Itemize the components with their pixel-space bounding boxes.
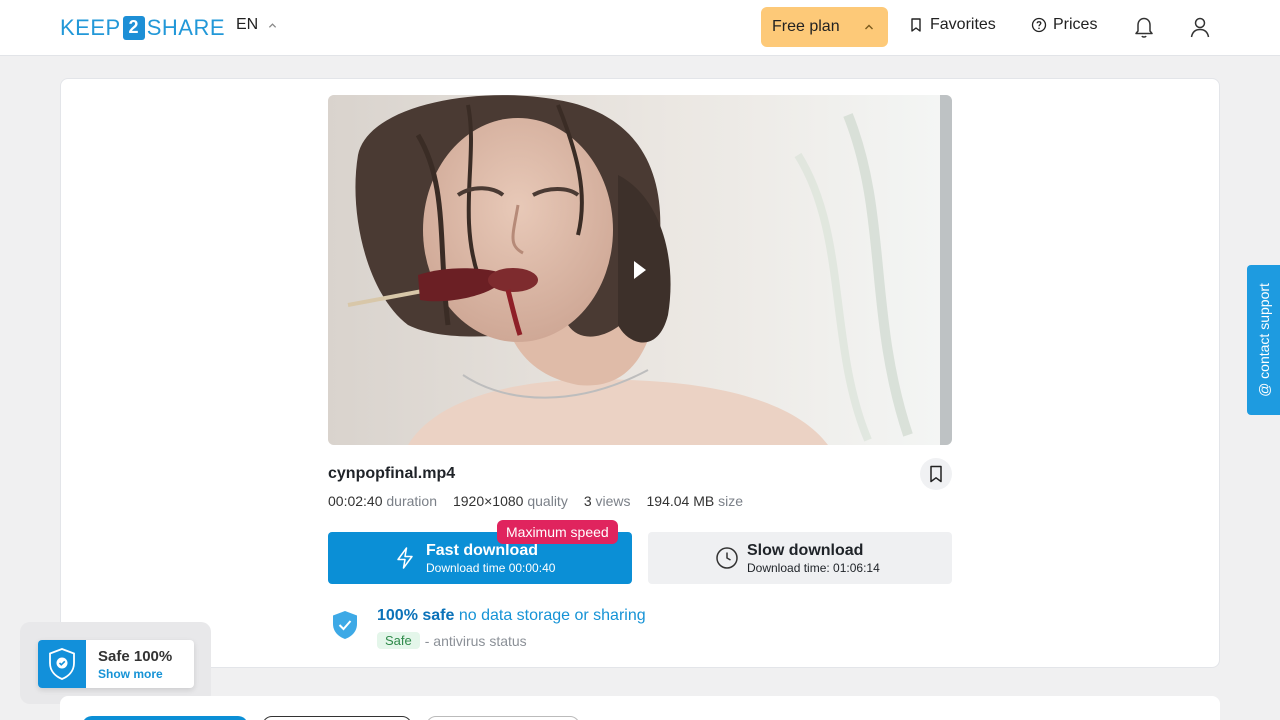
safe-widget-title: Safe 100% [98,648,173,665]
user-icon[interactable] [1188,14,1212,40]
favorites-label: Favorites [930,16,996,33]
video-preview[interactable] [328,95,952,445]
bookmark-icon [930,465,942,483]
logo[interactable]: KEEP 2 SHARE [60,14,225,41]
bookmark-button[interactable] [920,458,952,490]
slow-download-title: Slow download [747,542,864,559]
meta-views: 3 views [584,493,631,509]
file-meta: 00:02:40 duration 1920×1080 quality 3 vi… [328,493,743,509]
antivirus-status-text: - antivirus status [424,632,527,649]
safety-statement: 100% safe no data storage or sharing [377,607,646,625]
free-plan-label: Free plan [772,18,840,35]
file-name: cynpopfinal.mp4 [328,465,456,482]
maximum-speed-badge: Maximum speed [497,520,618,544]
chevron-up-icon [269,22,277,28]
quality-label: quality [527,493,568,509]
antivirus-status: Safe - antivirus status [377,632,527,649]
size-value: 194.04 MB [646,493,715,509]
fast-download-title: Fast download [426,542,538,559]
meta-size: 194.04 MB size [647,493,744,509]
slow-download-button[interactable]: Slow download Download time: 01:06:14 [648,532,952,584]
prices-link[interactable]: Prices [1031,16,1097,34]
shield-check-icon [333,611,357,639]
size-label: size [718,493,744,509]
lightning-icon [397,547,413,569]
duration-label: duration [386,493,437,509]
favorites-link[interactable]: Favorites [908,16,996,34]
top-header: KEEP 2 SHARE EN Free plan Favorites Pric… [0,0,1280,56]
safe-widget[interactable]: Safe 100% Show more [38,640,194,688]
free-plan-button[interactable]: Free plan [761,7,888,47]
bell-icon[interactable] [1132,14,1156,40]
views-label: views [595,493,631,509]
slow-download-time: Download time: 01:06:14 [747,561,880,575]
chevron-up-icon [865,24,873,30]
question-circle-icon [1031,17,1047,33]
fast-download-time: Download time 00:00:40 [426,561,556,575]
safety-rest: no data storage or sharing [458,607,646,624]
shield-check-icon [49,648,75,680]
duration-value: 00:02:40 [328,493,383,509]
bottom-tab-2[interactable] [262,716,412,720]
contact-support-tab[interactable]: @ contact support [1247,265,1280,415]
safe-badge: Safe [377,632,420,649]
views-value: 3 [583,493,592,509]
safe-widget-icon-box [38,640,86,688]
meta-quality: 1920×1080 quality [453,493,568,509]
logo-number: 2 [122,15,145,40]
meta-duration: 00:02:40 duration [328,493,437,509]
logo-text-right: SHARE [146,14,225,40]
bottom-tab-3[interactable] [426,716,580,720]
clock-icon [716,547,738,569]
quality-value: 1920×1080 [452,493,524,509]
contact-support-label: @ contact support [1255,283,1272,397]
video-thumbnail [328,95,952,445]
bottom-tab-1[interactable] [82,716,248,720]
logo-text-left: KEEP [60,14,121,40]
language-selector[interactable]: EN [236,16,277,34]
prices-label: Prices [1053,16,1098,33]
language-label: EN [236,16,259,33]
safety-strong: 100% safe [377,607,455,624]
bookmark-icon [911,18,921,32]
show-more-link[interactable]: Show more [98,667,163,681]
